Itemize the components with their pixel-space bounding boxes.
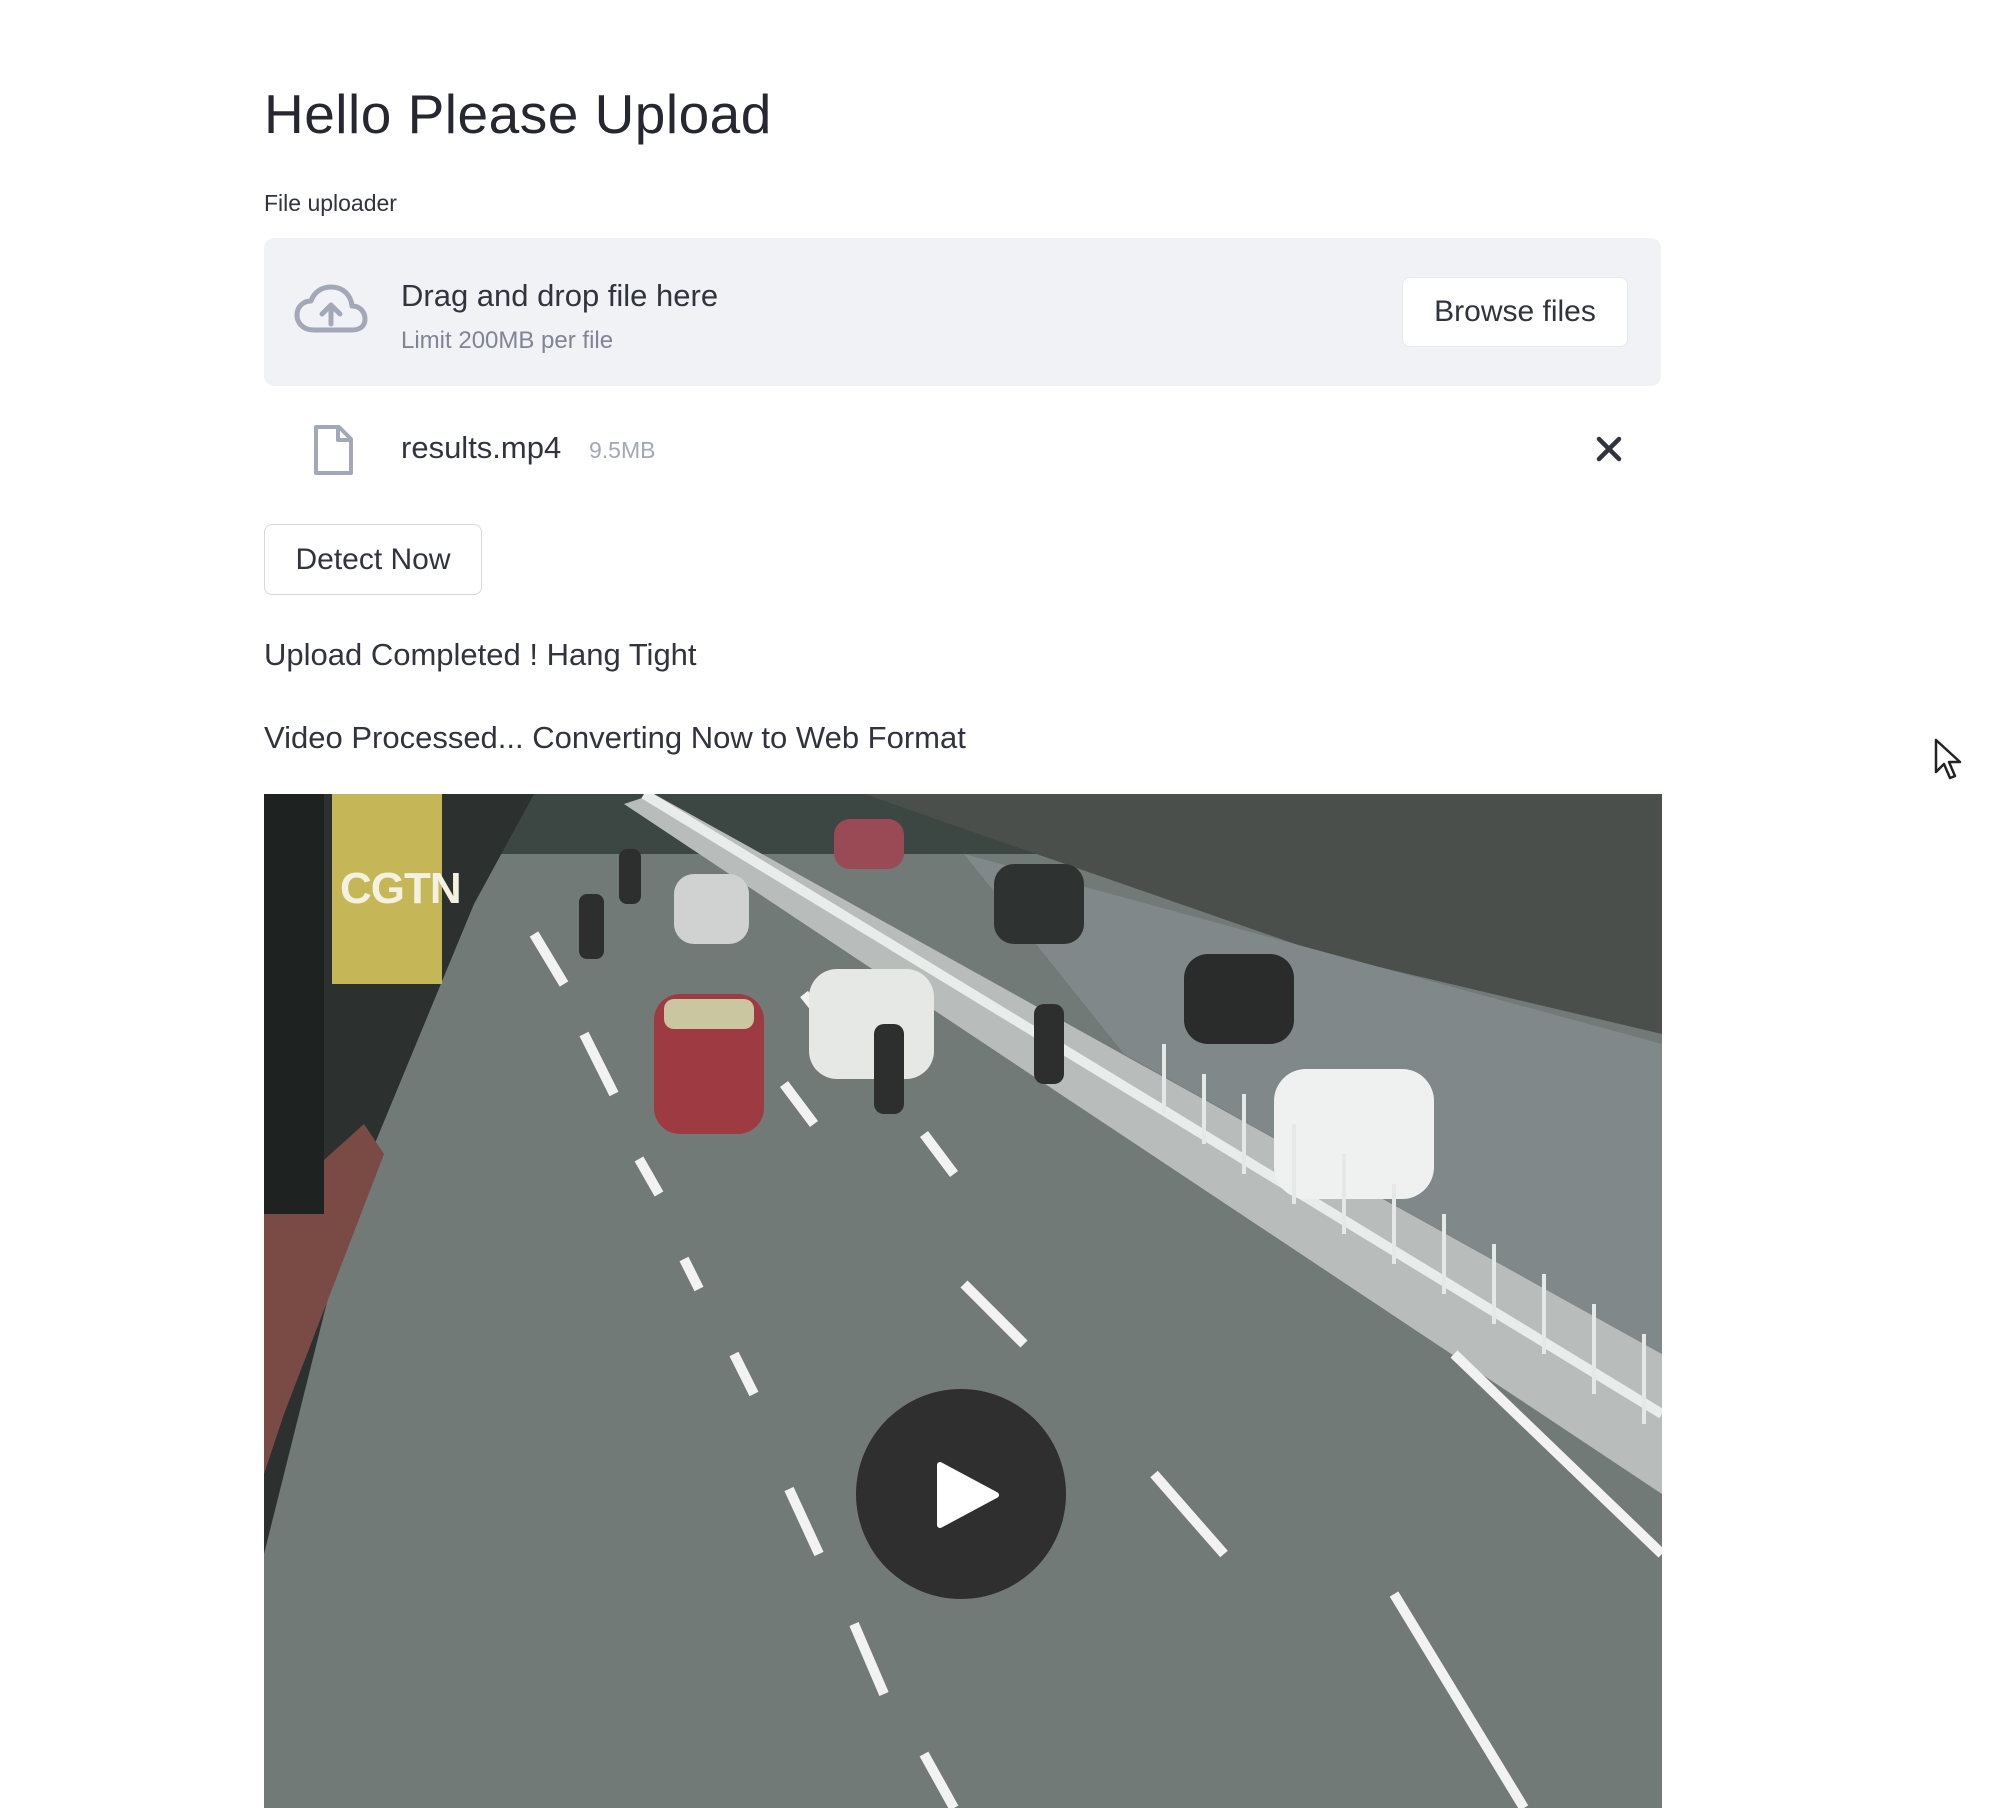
- file-size: 9.5MB: [589, 437, 656, 463]
- detect-now-button[interactable]: Detect Now: [264, 524, 482, 595]
- play-button[interactable]: [856, 1389, 1066, 1599]
- play-icon: [937, 1462, 999, 1528]
- browse-files-button[interactable]: Browse files: [1402, 277, 1628, 347]
- video-frame: [264, 794, 1662, 1808]
- file-icon: [314, 425, 353, 475]
- video-player[interactable]: CGTN: [264, 794, 1662, 1808]
- processing-status-text: Video Processed... Converting Now to Web…: [264, 720, 966, 755]
- file-dropzone[interactable]: Drag and drop file here Limit 200MB per …: [264, 238, 1661, 386]
- file-name: results.mp4: [401, 430, 562, 465]
- page-title: Hello Please Upload: [264, 83, 772, 145]
- video-watermark: CGTN: [340, 864, 462, 913]
- file-uploader-label: File uploader: [264, 190, 397, 216]
- app-page: Hello Please Upload File uploader Drag a…: [0, 0, 2002, 1808]
- dropzone-instruction: Drag and drop file here: [401, 278, 719, 313]
- mouse-cursor-icon: [1934, 738, 1962, 780]
- upload-status-text: Upload Completed ! Hang Tight: [264, 637, 697, 672]
- dropzone-limit: Limit 200MB per file: [401, 327, 614, 354]
- close-icon[interactable]: [1589, 429, 1629, 469]
- cloud-upload-icon: [294, 284, 368, 333]
- uploaded-file-item: results.mp4 9.5MB: [264, 410, 1661, 490]
